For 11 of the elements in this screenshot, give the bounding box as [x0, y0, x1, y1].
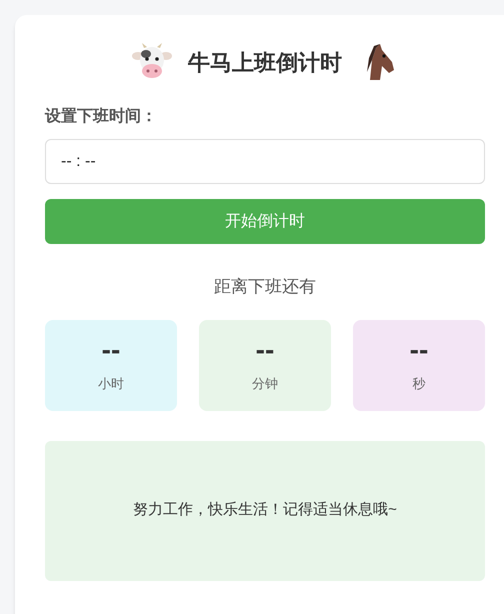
time-input[interactable]: -- : -- — [45, 139, 485, 184]
countdown-value: -- — [102, 336, 120, 364]
countdown-value: -- — [256, 336, 274, 364]
countdown-heading: 距离下班还有 — [213, 276, 317, 298]
countdown-unit: 小时 — [98, 375, 124, 394]
app-title: 牛马上班倒计时 — [188, 48, 342, 76]
motivational-message: 努力工作，快乐生活！记得适当休息哦~ — [133, 500, 397, 520]
field-label: 设置下班时间： — [45, 106, 158, 127]
countdown-unit: 秒 — [412, 375, 426, 394]
countdown-value: -- — [410, 336, 428, 364]
countdown-unit: 分钟 — [252, 375, 278, 394]
